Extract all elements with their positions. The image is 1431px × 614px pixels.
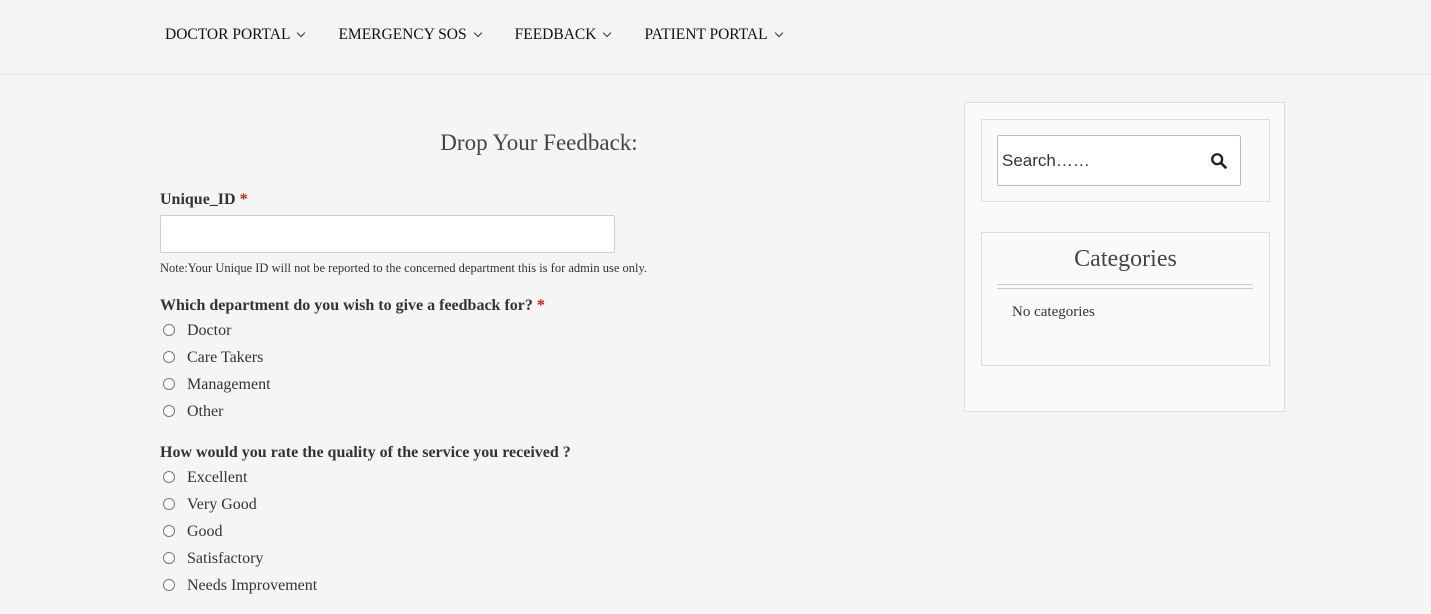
categories-empty-text: No categories	[1012, 304, 1095, 320]
nav-item-label: FEEDBACK	[514, 26, 597, 43]
quality-option-very-good[interactable]: Very Good	[160, 495, 257, 515]
department-option-doctor[interactable]: Doctor	[160, 321, 231, 341]
chevron-down-icon	[297, 28, 306, 38]
nav-item-feedback[interactable]: FEEDBACK	[514, 25, 612, 45]
categories-title: Categories	[1074, 246, 1177, 272]
sidebar: Search…… Categories No categories	[964, 102, 1285, 412]
main-menu: DOCTOR PORTAL EMERGENCY SOS FEEDBACK PAT…	[165, 25, 816, 45]
department-option-management[interactable]: Management	[160, 375, 271, 395]
radio-button[interactable]	[163, 524, 175, 537]
option-label: Care Takers	[187, 349, 264, 366]
required-marker: *	[239, 191, 248, 208]
quality-option-needs-improvement[interactable]: Needs Improvement	[160, 576, 317, 596]
nav-item-label: PATIENT PORTAL	[644, 26, 768, 43]
department-question-text: Which department do you wish to give a f…	[160, 297, 533, 314]
unique-id-label-text: Unique_ID	[160, 191, 236, 208]
radio-button[interactable]	[163, 404, 175, 417]
unique-id-note: Note:Your Unique ID will not be reported…	[160, 261, 648, 275]
divider	[997, 284, 1253, 289]
search-placeholder: Search……	[1002, 151, 1090, 170]
chevron-down-icon	[473, 28, 482, 38]
unique-id-label: Unique_ID *	[160, 191, 248, 209]
search-input[interactable]: Search……	[997, 135, 1241, 186]
option-label: Very Good	[187, 496, 257, 513]
nav-item-patient-portal[interactable]: PATIENT PORTAL	[644, 25, 783, 45]
department-option-care-takers[interactable]: Care Takers	[160, 348, 263, 368]
search-icon[interactable]	[1210, 152, 1228, 170]
quality-option-satisfactory[interactable]: Satisfactory	[160, 549, 263, 569]
nav-item-label: EMERGENCY SOS	[338, 26, 467, 43]
option-label: Doctor	[187, 322, 232, 339]
option-label: Management	[187, 376, 271, 393]
chevron-down-icon	[774, 28, 783, 38]
radio-button[interactable]	[163, 470, 175, 483]
radio-button[interactable]	[163, 350, 175, 363]
radio-button[interactable]	[163, 497, 175, 510]
option-label: Needs Improvement	[187, 577, 318, 594]
quality-question: How would you rate the quality of the se…	[160, 444, 571, 461]
department-option-other[interactable]: Other	[160, 402, 223, 422]
radio-button[interactable]	[163, 377, 175, 390]
unique-id-input[interactable]	[160, 215, 615, 253]
option-label: Other	[187, 403, 224, 420]
chevron-down-icon	[603, 28, 612, 38]
top-navigation-bar: DOCTOR PORTAL EMERGENCY SOS FEEDBACK PAT…	[0, 0, 1431, 75]
nav-item-doctor-portal[interactable]: DOCTOR PORTAL	[165, 25, 306, 45]
department-question: Which department do you wish to give a f…	[160, 297, 545, 315]
nav-item-label: DOCTOR PORTAL	[165, 26, 291, 43]
required-marker: *	[536, 297, 545, 314]
option-label: Excellent	[187, 469, 248, 486]
option-label: Good	[187, 523, 223, 540]
form-title: Drop Your Feedback:	[440, 130, 638, 155]
search-widget: Search……	[981, 119, 1270, 202]
radio-button[interactable]	[163, 578, 175, 591]
categories-widget: Categories No categories	[981, 232, 1270, 366]
radio-button[interactable]	[163, 551, 175, 564]
quality-option-good[interactable]: Good	[160, 522, 223, 542]
quality-option-excellent[interactable]: Excellent	[160, 468, 247, 488]
radio-button[interactable]	[163, 323, 175, 336]
option-label: Satisfactory	[187, 550, 264, 567]
nav-item-emergency-sos[interactable]: EMERGENCY SOS	[338, 25, 482, 45]
